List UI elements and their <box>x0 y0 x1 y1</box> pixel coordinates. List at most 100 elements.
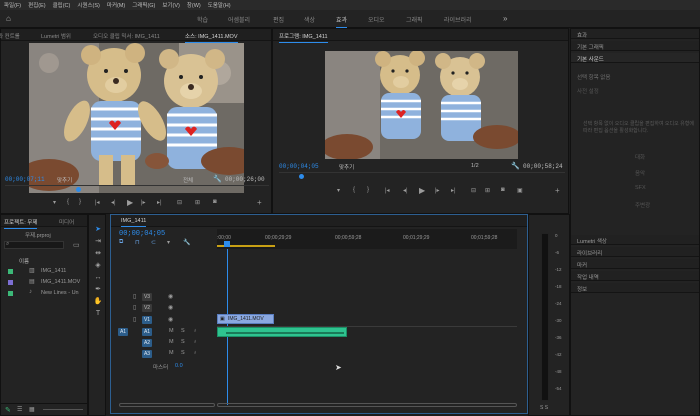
lock-icon[interactable]: ▯ <box>133 316 136 323</box>
tab-media[interactable]: 미디어 <box>59 218 74 226</box>
workspace-tab[interactable]: 편집 <box>273 15 284 24</box>
effects-header[interactable]: 효과 <box>571 29 699 39</box>
workspace-tab[interactable]: 색상 <box>304 15 315 24</box>
preset-select[interactable]: 사전 설정 <box>577 87 599 95</box>
pencil-icon[interactable]: ✎ <box>5 406 11 414</box>
timeline-timecode[interactable]: 00;00;04;05 <box>119 230 165 238</box>
playhead-icon[interactable] <box>224 241 230 247</box>
mark-out-icon[interactable]: } <box>367 187 369 193</box>
video-clip[interactable]: ▣ IMG_1411.MOV <box>217 314 274 324</box>
name-column-header[interactable]: 이름 <box>19 257 29 265</box>
eye-icon[interactable]: ◉ <box>168 316 173 323</box>
horizontal-scrollbar[interactable] <box>119 402 517 408</box>
step-back-icon[interactable]: ◂| <box>111 199 116 206</box>
track-target[interactable]: A1 <box>142 328 152 336</box>
timeline-ruler[interactable]: :00;00 00;00;29;29 00;00;59;28 00;01;29;… <box>217 229 517 249</box>
playhead-marker-icon[interactable] <box>76 187 81 192</box>
markers-header[interactable]: 마커 <box>571 259 699 269</box>
essential-sound-header[interactable]: 기본 사운드 <box>571 53 699 63</box>
list-item[interactable]: ▥ IMG_1411 <box>1 267 89 277</box>
scroll-handle[interactable] <box>119 403 215 407</box>
home-icon[interactable]: ⌂ <box>6 14 11 23</box>
mic-icon[interactable]: ♁ <box>193 350 197 356</box>
add-marker-icon[interactable]: ▾ <box>337 187 340 194</box>
essential-graphics-header[interactable]: 기본 그래픽 <box>571 41 699 51</box>
mark-in-icon[interactable]: { <box>353 187 355 193</box>
project-search[interactable]: ⌕ <box>4 241 64 249</box>
track-target[interactable]: V1 <box>142 316 152 324</box>
go-to-out-icon[interactable]: ▸| <box>157 199 162 206</box>
type-sfx-button[interactable]: SFX <box>635 185 646 191</box>
program-fit-select[interactable]: 맞추기 <box>339 163 354 171</box>
tab-project[interactable]: 프로젝트: 무제 <box>4 218 38 229</box>
add-icon[interactable]: + <box>257 198 262 207</box>
step-forward-icon[interactable]: |▸ <box>435 187 440 194</box>
add-marker-icon[interactable]: ▾ <box>53 199 56 206</box>
overflow-icon[interactable]: » <box>503 14 507 23</box>
selection-tool-icon[interactable]: ➤ <box>93 225 103 235</box>
track-target[interactable]: V2 <box>142 304 152 312</box>
menu-item[interactable]: 편집(E) <box>28 1 45 9</box>
type-dialogue-button[interactable]: 대화 <box>635 153 645 161</box>
slip-tool-icon[interactable]: ↔ <box>93 273 103 283</box>
workspace-tab[interactable]: 어셈블리 <box>228 15 250 24</box>
pen-tool-icon[interactable]: ✒ <box>93 285 103 295</box>
solo-button[interactable]: S <box>181 339 185 345</box>
mark-in-icon[interactable]: { <box>67 199 69 205</box>
track-select-tool-icon[interactable]: ⇥ <box>93 237 103 247</box>
play-icon[interactable]: ▶ <box>419 186 425 195</box>
scroll-handle[interactable] <box>217 403 517 407</box>
solo-button[interactable]: S <box>181 350 185 356</box>
source-scrub-bar[interactable] <box>5 185 269 193</box>
settings-icon[interactable]: 🔧 <box>183 239 190 246</box>
playhead-marker-icon[interactable] <box>299 174 304 179</box>
source-quality-select[interactable]: 전체 <box>183 176 193 184</box>
insert-icon[interactable]: ⊟ <box>177 199 182 206</box>
tab-sequence[interactable]: IMG_1411 <box>121 218 147 227</box>
comparison-view-icon[interactable]: ▣ <box>517 187 523 194</box>
mute-button[interactable]: M <box>169 350 174 356</box>
add-icon[interactable]: + <box>555 186 560 195</box>
menu-item[interactable]: 파일(F) <box>4 1 21 9</box>
type-ambience-button[interactable]: 주변광 <box>635 201 650 209</box>
step-back-icon[interactable]: ◂| <box>403 187 408 194</box>
lock-icon[interactable]: ▯ <box>133 304 136 311</box>
mic-icon[interactable]: ♁ <box>193 328 197 334</box>
menu-item[interactable]: 창(W) <box>187 1 201 9</box>
hand-tool-icon[interactable]: ✋ <box>93 297 103 307</box>
libraries-header[interactable]: 라이브러리 <box>571 247 699 257</box>
tab-lumetri-scopes[interactable]: Lumetri 범위 <box>41 32 71 40</box>
go-to-in-icon[interactable]: |◂ <box>95 199 100 206</box>
menu-item[interactable]: 도움말(H) <box>208 1 231 9</box>
track-target[interactable]: V3 <box>142 293 152 301</box>
workspace-tab[interactable]: 그래픽 <box>406 15 423 24</box>
snap-icon[interactable]: ⊓ <box>135 239 140 246</box>
workspace-tab[interactable]: 학습 <box>197 15 208 24</box>
lift-icon[interactable]: ⊟ <box>471 187 476 194</box>
mute-button[interactable]: M <box>169 339 174 345</box>
track-target[interactable]: A2 <box>142 339 152 347</box>
lumetri-color-header[interactable]: Lumetri 색상 <box>571 235 699 245</box>
workspace-tab[interactable]: 효과 <box>336 15 348 28</box>
tab-audio-clip-mixer[interactable]: 오디오 클립 믹서: IMG_1411 <box>93 32 160 40</box>
wrench-icon[interactable]: 🔧 <box>213 175 222 183</box>
menu-item[interactable]: 그래픽(G) <box>132 1 155 9</box>
export-frame-icon[interactable]: ◙ <box>213 199 217 205</box>
type-music-button[interactable]: 음악 <box>635 169 645 177</box>
track-target[interactable]: A3 <box>142 350 152 358</box>
icon-view-icon[interactable]: ▦ <box>29 406 35 413</box>
list-view-icon[interactable]: ☰ <box>17 406 22 413</box>
export-frame-icon[interactable]: ◙ <box>501 187 505 193</box>
mute-button[interactable]: M <box>169 328 174 334</box>
ripple-edit-tool-icon[interactable]: ⇹ <box>93 249 103 259</box>
razor-tool-icon[interactable]: ◈ <box>93 261 103 271</box>
menu-item[interactable]: 시퀀스(S) <box>77 1 100 9</box>
workspace-tab[interactable]: 오디오 <box>368 15 385 24</box>
audio-clip[interactable] <box>217 327 347 337</box>
go-to-in-icon[interactable]: |◂ <box>385 187 390 194</box>
tab-effect-controls[interactable]: 효과 컨트롤 <box>0 32 20 40</box>
linked-selection-icon[interactable]: ⊂ <box>151 239 156 246</box>
list-item[interactable]: ▤ IMG_1411.MOV <box>1 278 89 288</box>
mark-out-icon[interactable]: } <box>79 199 81 205</box>
lock-icon[interactable]: ▯ <box>133 293 136 300</box>
